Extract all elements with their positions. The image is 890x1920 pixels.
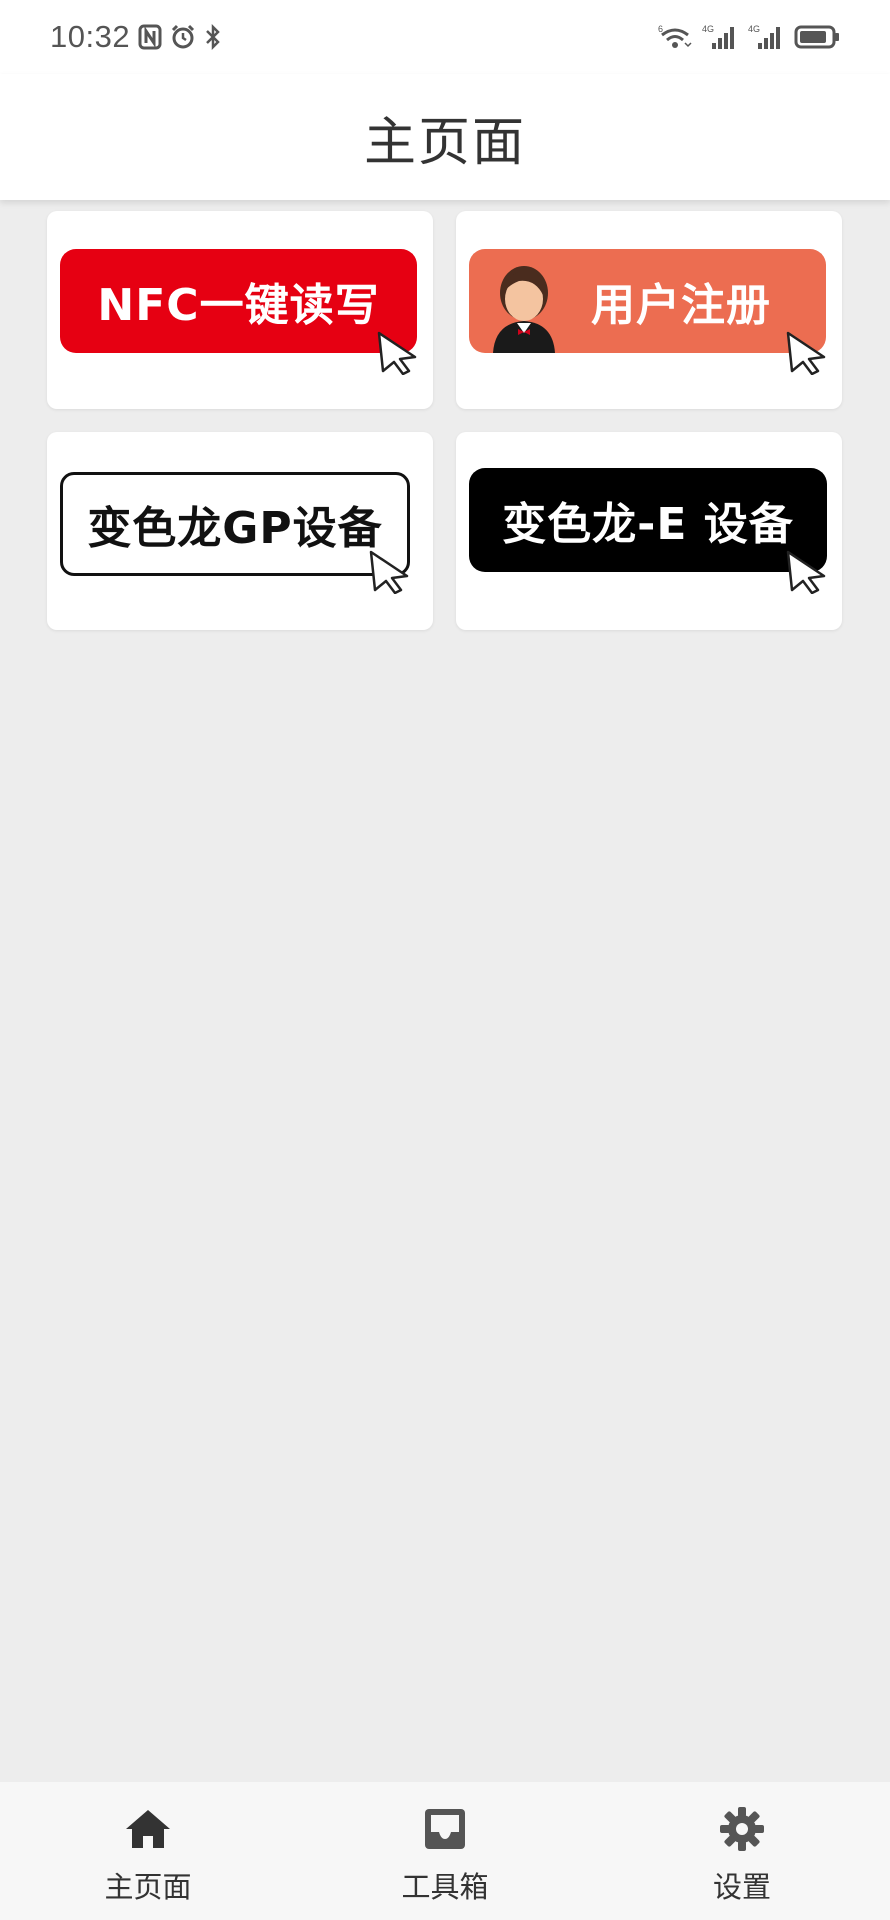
bottom-navigation: 主页面 工具箱 设置 bbox=[0, 1782, 890, 1920]
bluetooth-icon bbox=[206, 24, 220, 50]
nav-item-home-label: 主页面 bbox=[104, 1870, 192, 1904]
chameleon-gp-device-card[interactable]: 变色龙GP设备 bbox=[47, 432, 433, 630]
nav-item-settings-label: 设置 bbox=[712, 1870, 771, 1904]
nav-item-toolbox[interactable]: 工具箱 bbox=[347, 1782, 543, 1920]
battery-icon bbox=[794, 25, 839, 49]
nfc-read-write-label: NFC一键读写 bbox=[97, 280, 380, 331]
nfc-icon bbox=[138, 24, 162, 50]
status-bar: 10:32 6 4G 4G bbox=[0, 0, 890, 74]
user-register-card[interactable]: 用户注册 bbox=[456, 211, 842, 409]
nav-item-toolbox-label: 工具箱 bbox=[401, 1870, 489, 1904]
cursor-pointer-icon bbox=[786, 331, 826, 375]
nav-item-settings[interactable]: 设置 bbox=[644, 1782, 840, 1920]
status-left: 10:32 bbox=[50, 19, 222, 55]
inbox-icon bbox=[425, 1809, 465, 1849]
home-icon bbox=[126, 1810, 170, 1848]
signal-4g-icon: 4G bbox=[702, 24, 734, 49]
gear-icon bbox=[720, 1807, 764, 1851]
nfc-read-write-card[interactable]: NFC一键读写 bbox=[47, 211, 433, 409]
chameleon-e-device-card[interactable]: 变色龙-E 设备 bbox=[456, 432, 842, 630]
user-avatar-icon bbox=[493, 266, 555, 353]
svg-text:6: 6 bbox=[658, 24, 663, 34]
chameleon-e-device-label: 变色龙-E 设备 bbox=[502, 499, 794, 550]
cursor-pointer-icon bbox=[377, 331, 417, 375]
wifi-icon: 6 bbox=[658, 24, 692, 48]
chameleon-gp-device-label: 变色龙GP设备 bbox=[87, 503, 383, 554]
chameleon-gp-device-banner[interactable]: 变色龙GP设备 bbox=[60, 472, 410, 576]
svg-text:4G: 4G bbox=[748, 24, 760, 34]
feature-grid: NFC一键读写 用户注册 变色龙GP设备 变色龙-E 设备 bbox=[47, 211, 843, 630]
status-time: 10:32 bbox=[50, 19, 131, 54]
nav-item-home[interactable]: 主页面 bbox=[50, 1782, 246, 1920]
nfc-read-write-banner[interactable]: NFC一键读写 bbox=[60, 249, 417, 353]
cursor-pointer-icon bbox=[369, 550, 409, 594]
alarm-icon bbox=[172, 24, 195, 49]
page-title: 主页面 bbox=[363, 112, 526, 173]
user-register-label: 用户注册 bbox=[591, 280, 771, 331]
cursor-pointer-icon bbox=[786, 550, 826, 594]
signal-4g-icon: 4G bbox=[748, 24, 780, 49]
chameleon-e-device-banner[interactable]: 变色龙-E 设备 bbox=[469, 468, 827, 572]
user-register-banner[interactable]: 用户注册 bbox=[469, 249, 826, 353]
status-right: 6 4G 4G bbox=[658, 23, 840, 51]
app-bar: 主页面 bbox=[0, 74, 890, 200]
svg-text:4G: 4G bbox=[702, 24, 714, 34]
